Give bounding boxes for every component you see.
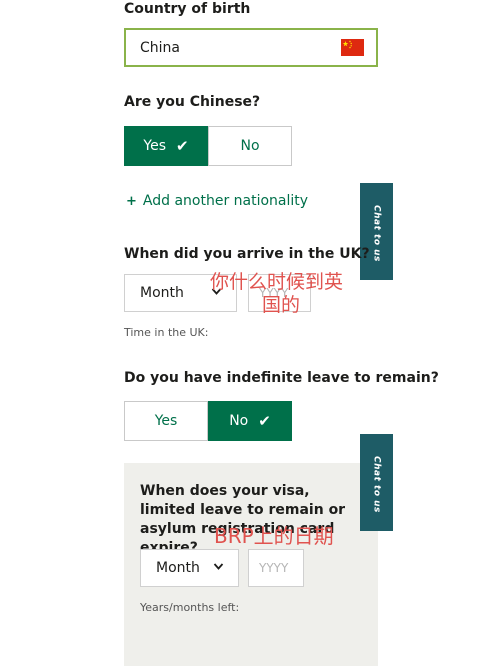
country-of-birth-value: China <box>140 39 180 56</box>
chinese-yes-label: Yes <box>143 138 167 154</box>
plus-icon: + <box>126 193 137 209</box>
indefinite-yes-label: Yes <box>154 413 178 429</box>
country-of-birth-label: Country of birth <box>124 1 251 17</box>
check-icon: ✔ <box>258 412 271 430</box>
arrival-annotation-line2: 国的 <box>262 294 301 316</box>
visa-expiry-year-placeholder: YYYY <box>259 561 289 575</box>
visa-expiry-month-value: Month <box>156 560 200 576</box>
visa-expiry-month-select[interactable]: Month <box>140 549 239 587</box>
chat-to-us-tab[interactable]: Chat to us <box>360 434 393 531</box>
arrival-month-value: Month <box>140 285 184 301</box>
chinese-yes-button[interactable]: Yes ✔ <box>124 126 208 166</box>
indefinite-no-label: No <box>229 413 249 429</box>
country-of-birth-input[interactable]: China <box>124 28 378 67</box>
indefinite-leave-toggle: Yes No ✔ <box>124 401 292 441</box>
chinese-question-label: Are you Chinese? <box>124 94 261 110</box>
chat-to-us-tab[interactable]: Chat to us <box>360 183 393 280</box>
indefinite-leave-label: Do you have indefinite leave to remain? <box>124 370 439 386</box>
chevron-down-icon <box>213 560 224 575</box>
check-icon: ✔ <box>176 137 189 155</box>
indefinite-no-button[interactable]: No ✔ <box>208 401 292 441</box>
chat-to-us-label: Chat to us <box>371 456 382 513</box>
chinese-toggle: Yes ✔ No <box>124 126 292 166</box>
arrival-annotation-line1: 你什么时候到英 <box>210 271 344 293</box>
china-flag-icon <box>341 39 364 56</box>
visa-expiry-year-input[interactable]: YYYY <box>248 549 304 587</box>
time-in-uk-note: Time in the UK: <box>124 326 209 339</box>
chinese-no-label: No <box>240 138 260 154</box>
add-nationality-link[interactable]: + Add another nationality <box>126 193 308 209</box>
chinese-no-button[interactable]: No <box>208 126 292 166</box>
add-nationality-label: Add another nationality <box>142 193 309 209</box>
indefinite-yes-button[interactable]: Yes <box>124 401 208 441</box>
chat-to-us-label: Chat to us <box>371 205 382 262</box>
arrival-label: When did you arrive in the UK? <box>124 246 370 262</box>
brp-annotation: BRP上的日期 <box>214 524 334 548</box>
years-months-left-note: Years/months left: <box>140 601 240 614</box>
